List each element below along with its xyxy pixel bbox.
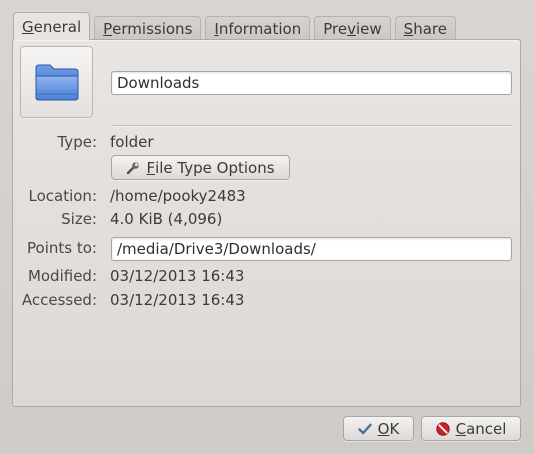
- size-label: Size:: [61, 210, 97, 228]
- points-to-label: Points to:: [27, 239, 97, 257]
- tab-share[interactable]: Share: [394, 16, 456, 40]
- cancel-button[interactable]: Cancel: [421, 416, 521, 441]
- tab-preview-label-end: iew: [355, 19, 382, 38]
- tab-preview[interactable]: Pre v iew: [314, 16, 391, 40]
- tab-general[interactable]: General: [13, 12, 91, 40]
- type-label: Type:: [57, 133, 97, 151]
- tab-preview-mnemonic: v: [347, 19, 356, 38]
- tab-general-mnemonic: G: [22, 17, 34, 36]
- size-value: 4.0 KiB (4,096): [110, 210, 223, 228]
- ok-button[interactable]: OK: [343, 416, 414, 441]
- name-field[interactable]: [111, 71, 512, 95]
- folder-icon: [35, 64, 79, 101]
- modified-label: Modified:: [27, 267, 97, 285]
- location-label: Location:: [28, 187, 98, 205]
- ok-mnemonic: O: [377, 419, 390, 438]
- cancel-mnemonic: C: [455, 419, 467, 438]
- file-type-options-label: ile Type Options: [155, 158, 275, 177]
- type-value: folder: [110, 133, 154, 151]
- checkmark-icon: [357, 423, 372, 434]
- properties-dialog: General Permissions Information Pre v iew …: [0, 0, 534, 454]
- tab-permissions[interactable]: Permissions: [94, 16, 202, 40]
- tab-information-label: nformation: [218, 19, 302, 38]
- cancel-icon: [435, 421, 450, 436]
- change-icon-button[interactable]: [20, 46, 93, 118]
- tab-information[interactable]: Information: [205, 16, 311, 40]
- tab-share-mnemonic: S: [403, 19, 414, 38]
- modified-value: 03/12/2013 16:43: [110, 267, 245, 285]
- tab-bar: General Permissions Information Pre v iew …: [13, 12, 460, 40]
- file-type-options-mnemonic: F: [146, 158, 156, 177]
- accessed-value: 03/12/2013 16:43: [110, 291, 245, 309]
- tab-share-label: hare: [413, 19, 447, 38]
- wrench-icon: [127, 161, 140, 174]
- tab-general-label: eneral: [33, 17, 82, 36]
- file-type-options-button[interactable]: File Type Options: [111, 155, 290, 180]
- cancel-label: ancel: [466, 419, 507, 438]
- separator: [111, 125, 512, 127]
- tab-permissions-label: ermissions: [112, 19, 193, 38]
- tab-preview-label-start: Pre: [323, 19, 348, 38]
- points-to-field[interactable]: [111, 237, 512, 261]
- location-value: /home/pooky2483: [110, 187, 246, 205]
- ok-label: K: [389, 419, 400, 438]
- accessed-label: Accessed:: [21, 291, 97, 309]
- tab-permissions-mnemonic: P: [103, 19, 113, 38]
